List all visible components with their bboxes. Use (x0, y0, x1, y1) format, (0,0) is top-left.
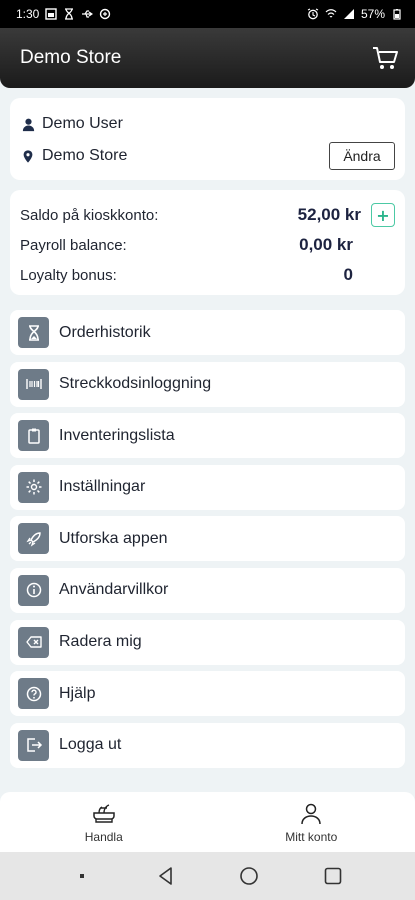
menu-item-terms[interactable]: Användarvillkor (10, 567, 405, 613)
menu-label-help: Hjälp (59, 684, 96, 702)
cart-icon (371, 44, 399, 72)
info-icon (18, 574, 49, 606)
menu-label-order-history: Orderhistorik (59, 323, 151, 341)
battery-percent: 57% (360, 7, 385, 21)
gear-icon (18, 471, 49, 503)
loyalty-bonus-label: Loyalty bonus: (20, 266, 117, 284)
menu-item-order-history[interactable]: Orderhistorik (10, 310, 405, 355)
menu-item-barcode-login[interactable]: Streckkodsinloggning (10, 361, 405, 407)
kiosk-balance-row: Saldo på kioskkonto: 52,00 kr + (20, 200, 395, 230)
vowifi-icon (325, 8, 337, 20)
clipboard-icon (18, 420, 49, 452)
menu-label-inventory-list: Inventeringslista (59, 426, 175, 444)
account-content: Demo User Demo Store Ändra Saldo på kios… (10, 98, 405, 774)
user-name: Demo User (42, 115, 123, 132)
menu-label-logout: Logga ut (59, 736, 122, 754)
person-icon (20, 116, 36, 132)
menu-label-barcode-login: Streckkodsinloggning (59, 375, 212, 393)
kiosk-balance-value: 52,00 kr (297, 205, 361, 224)
account-menu: Orderhistorik Streckkodsinloggning Inven… (10, 310, 405, 768)
shop-icon (91, 801, 117, 827)
data-saver-icon (99, 8, 111, 20)
loyalty-bonus-value: 0 (343, 265, 353, 284)
menu-item-help[interactable]: Hjälp (10, 671, 405, 717)
change-store-button[interactable]: Ändra (329, 142, 395, 170)
location-pin-icon (20, 148, 36, 164)
add-funds-button[interactable]: + (371, 203, 395, 227)
balance-card: Saldo på kioskkonto: 52,00 kr + Payroll … (10, 190, 405, 295)
menu-item-settings[interactable]: Inställningar (10, 464, 405, 510)
menu-item-logout[interactable]: Logga ut (10, 722, 405, 768)
menu-item-explore-app[interactable]: Utforska appen (10, 516, 405, 562)
user-icon (298, 801, 324, 827)
kiosk-balance-label: Saldo på kioskkonto: (20, 206, 159, 224)
menu-label-terms: Användarvillkor (59, 581, 169, 599)
tab-my-account[interactable]: Mitt konto (208, 792, 415, 852)
page-title: Demo Store (20, 47, 122, 68)
signal-icon (343, 8, 355, 20)
rocket-icon (18, 523, 49, 555)
menu-item-inventory-list[interactable]: Inventeringslista (10, 413, 405, 459)
hourglass-status-icon (63, 8, 75, 20)
hourglass-icon (18, 317, 49, 348)
tab-shop-label: Handla (84, 829, 123, 844)
status-time: 1:30 (16, 7, 40, 21)
nav-dot-icon (71, 865, 93, 887)
user-card: Demo User Demo Store Ändra (10, 98, 405, 180)
logout-icon (18, 729, 49, 761)
bottom-nav: Handla Mitt konto (0, 792, 415, 852)
usb-icon (81, 8, 94, 20)
payroll-balance-row: Payroll balance: 0,00 kr (20, 230, 395, 260)
store-name: Demo Store (42, 147, 128, 164)
menu-label-settings: Inställningar (59, 478, 146, 496)
payroll-balance-label: Payroll balance: (20, 236, 127, 254)
delete-icon (18, 626, 49, 658)
battery-icon (391, 8, 403, 20)
recents-icon[interactable] (322, 865, 344, 887)
help-icon (18, 678, 49, 710)
loyalty-bonus-row: Loyalty bonus: 0 (20, 260, 395, 290)
gallery-icon (45, 8, 58, 20)
payroll-balance-value: 0,00 kr (299, 235, 353, 254)
user-name-row: Demo User (20, 112, 395, 136)
status-bar: 1:30 57% (0, 0, 415, 28)
home-icon[interactable] (238, 865, 260, 887)
cart-button[interactable] (369, 42, 401, 74)
alarm-icon (307, 8, 319, 20)
system-nav-bar (0, 852, 415, 900)
menu-item-delete-me[interactable]: Radera mig (10, 619, 405, 665)
menu-label-explore-app: Utforska appen (59, 529, 168, 547)
tab-my-account-label: Mitt konto (285, 829, 338, 844)
menu-label-delete-me: Radera mig (59, 633, 142, 651)
tab-shop[interactable]: Handla (0, 792, 208, 852)
app-header: Demo Store (0, 28, 415, 88)
barcode-icon (18, 368, 49, 400)
back-icon[interactable] (155, 865, 177, 887)
